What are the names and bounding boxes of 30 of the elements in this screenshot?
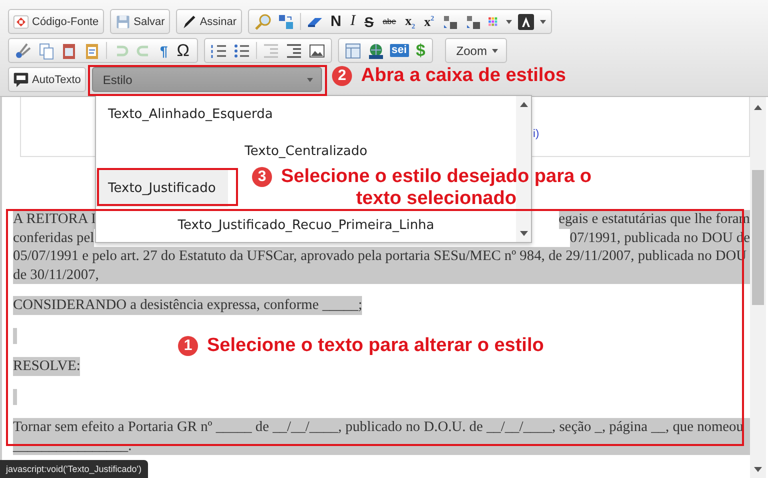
bold-button[interactable]: N [328,14,344,29]
sei-logo[interactable]: sei [390,44,409,57]
text-fragment: conferidas pel [13,228,94,247]
subscript-button[interactable]: x$_{2}$ [403,12,418,30]
sign-button[interactable]: Assinar [176,9,242,34]
link-tooltip: javascript:void('Texto_Justificado') [0,460,148,478]
italic-button[interactable]: I [348,13,358,30]
source-code-button[interactable]: Código-Fonte [8,9,104,34]
paragraph-text: Tornar sem efeito a Portaria GR nº _____ de __/__/____, publicado no D.O.U. de __/__/____, seção _, página __, que nomeou ________________. [13,418,750,455]
zoom-dropdown[interactable]: Zoom [445,38,508,63]
annotation-text: texto selecionado [354,188,518,210]
annotation-text: Selecione o estilo desejado para o [281,166,592,188]
paragraph-text: RESOLVE: [13,357,80,376]
menu-item[interactable]: Texto_Justificado_Recuo_Primeira_Linha [166,207,446,244]
superscript-button[interactable]: x$^{2}$ [422,14,436,30]
annotation-text: Abra a caixa de estilos [361,65,566,87]
save-button[interactable]: Salvar [110,9,170,34]
strikethrough-button[interactable]: abe [380,18,398,26]
header-link[interactable]: i) [533,128,540,140]
special-character-button[interactable]: Ω [174,42,192,59]
menu-item[interactable]: Texto_Alinhado_Esquerda [96,96,285,133]
paragraph-text: CONSIDERANDO a desistência expressa, conforme _____; [13,296,362,314]
underline-button[interactable]: S [362,14,376,28]
style-dropdown[interactable]: Estilo [92,67,322,92]
menu-item[interactable]: Texto_Justificado [96,170,228,207]
paragraph-mark-button[interactable]: ¶ [158,44,170,58]
autotext-button[interactable]: AutoTexto [8,67,86,92]
step-number: 1 [178,336,198,356]
annotation-text: Selecione o texto para alterar o estilo [207,335,544,357]
text-fragment: A REITORA I [13,210,96,228]
